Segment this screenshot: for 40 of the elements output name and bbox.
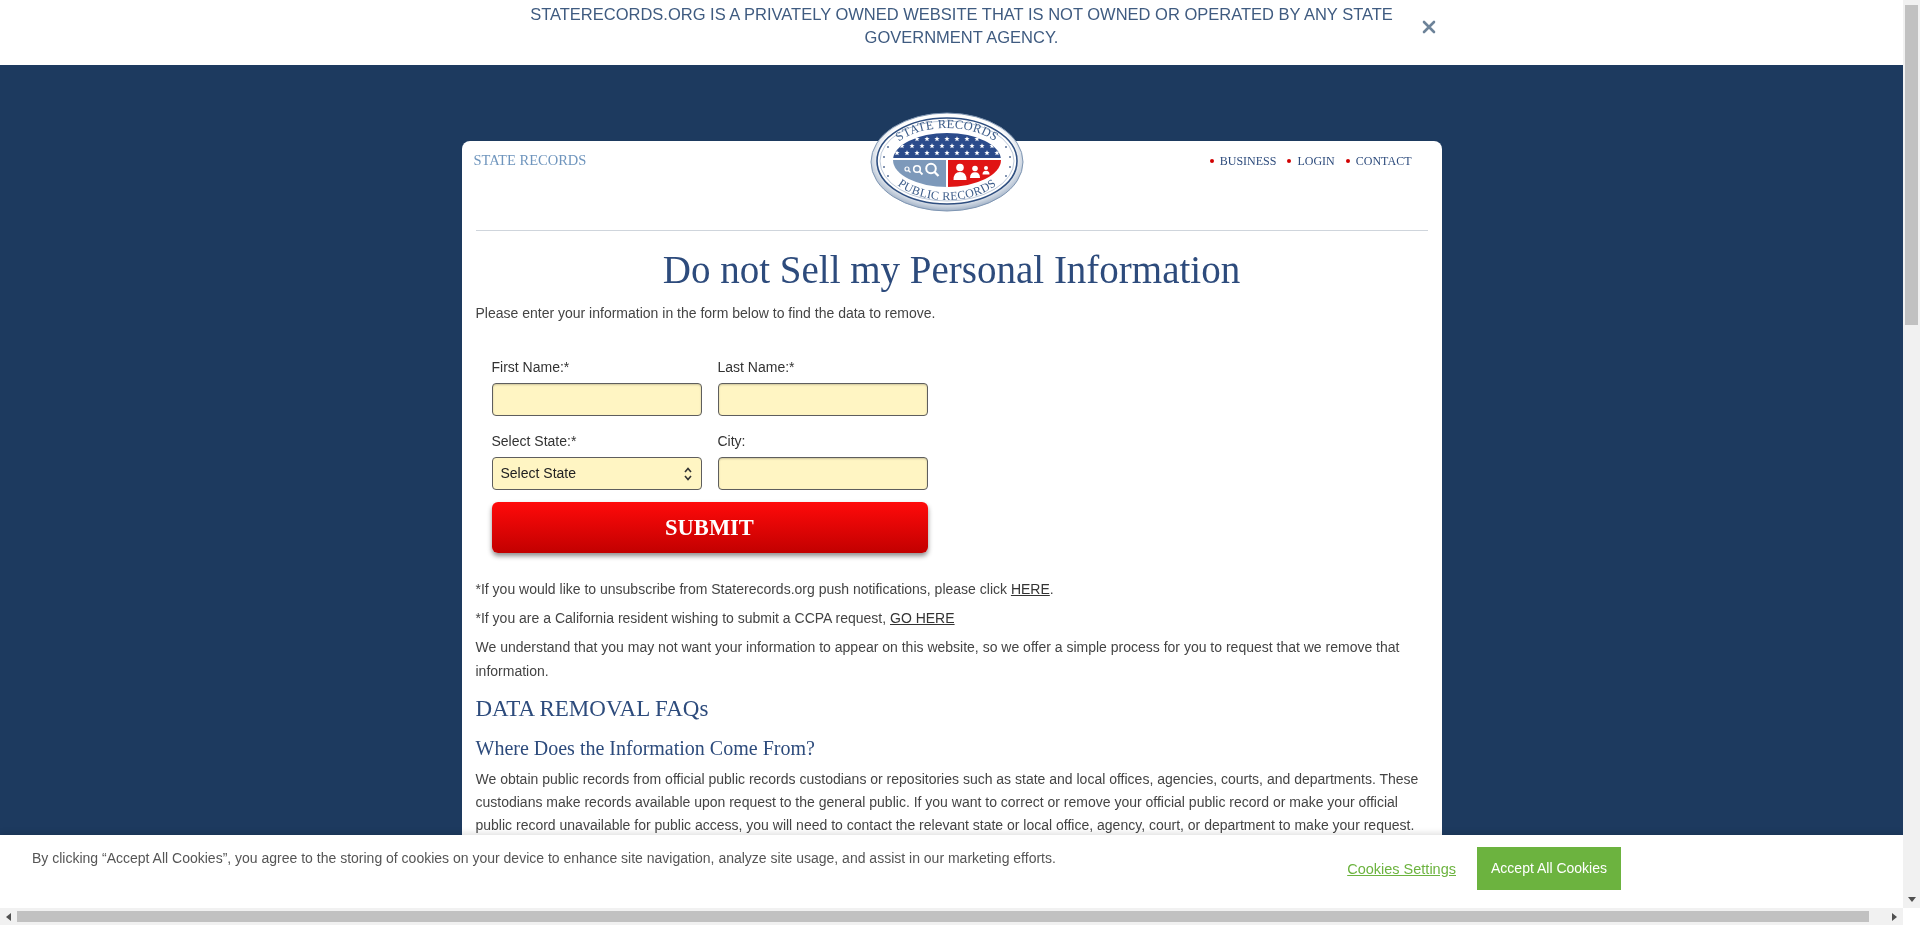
bullet-icon xyxy=(1345,159,1350,163)
input-field[interactable] xyxy=(717,457,928,490)
intro-text: Please enter your information in the form below to find the data to remove. xyxy=(475,304,937,323)
cookie-notice-text: By clicking “Accept All Cookies”, you agree to the storing of cookies on your device to enhance site navigation, analyze site usage, and assist in our marketing efforts. xyxy=(32,849,1056,867)
input-field[interactable] xyxy=(717,383,928,416)
note-text: *If you would like to unsubscribe from Staterecords.org push notifications, please click HERE. xyxy=(475,580,1055,599)
state-select[interactable]: Select State xyxy=(491,457,702,490)
faq-answer: We obtain public records from official public records custodians or repositories such as state and local offices, agencies, courts, and departments. These custodians make records available upon request to the general public. If you want to correct or remove your official public record or make your official public record unavailable for public access, you will need to contact the relevant state or local office, agency, court, or department to make your request. xyxy=(475,770,1420,835)
close-icon xyxy=(1421,20,1436,34)
person-icon xyxy=(953,163,966,180)
arrow-right-icon[interactable] xyxy=(1892,912,1897,921)
field-label: First Name:* xyxy=(491,358,571,377)
faq-question: Where Does the Information Come From? xyxy=(475,736,816,761)
nav-link[interactable]: BUSINESS xyxy=(1219,153,1277,169)
submit-button[interactable]: SUBMIT xyxy=(491,502,928,553)
text-link[interactable]: HERE xyxy=(1010,581,1050,597)
nav-link[interactable]: LOGIN xyxy=(1297,153,1335,169)
page-title: Do not Sell my Personal Information xyxy=(661,247,1242,293)
person-icon xyxy=(982,166,989,175)
input-field[interactable] xyxy=(491,383,702,416)
scrollbar-thumb[interactable] xyxy=(1905,5,1918,325)
field-label: Select State:* xyxy=(491,432,578,451)
nav-link[interactable]: CONTACT xyxy=(1355,153,1412,169)
seal-logo[interactable] xyxy=(870,112,1023,212)
person-icon xyxy=(969,165,980,178)
scrollbar-thumb[interactable] xyxy=(17,911,1869,922)
text-link[interactable]: GO HERE xyxy=(890,610,955,626)
note-text: *If you are a California resident wishing to submit a CCPA request, GO HERE xyxy=(475,609,956,628)
note-text: We understand that you may not want your information to appear on this website, so we offer a simple process for you to request that we remove that information. xyxy=(475,638,1401,681)
chevron-up-down-icon xyxy=(683,466,692,481)
notice-text: STATERECORDS.ORG IS A PRIVATELY OWNED WEBSITE THAT IS NOT OWNED OR OPERATED BY ANY STATE GOVERNMENT AGENCY. xyxy=(529,4,1394,48)
arrow-down-icon[interactable] xyxy=(1907,897,1916,902)
bullet-icon xyxy=(1209,159,1214,163)
close-button[interactable] xyxy=(1421,20,1436,34)
arrow-left-icon[interactable] xyxy=(6,912,11,921)
bullet-icon xyxy=(1287,159,1292,163)
faq-heading: DATA REMOVAL FAQs xyxy=(475,695,710,723)
magnifier-icon xyxy=(924,162,939,177)
field-label: Last Name:* xyxy=(717,358,796,377)
field-label: City: xyxy=(717,432,747,451)
